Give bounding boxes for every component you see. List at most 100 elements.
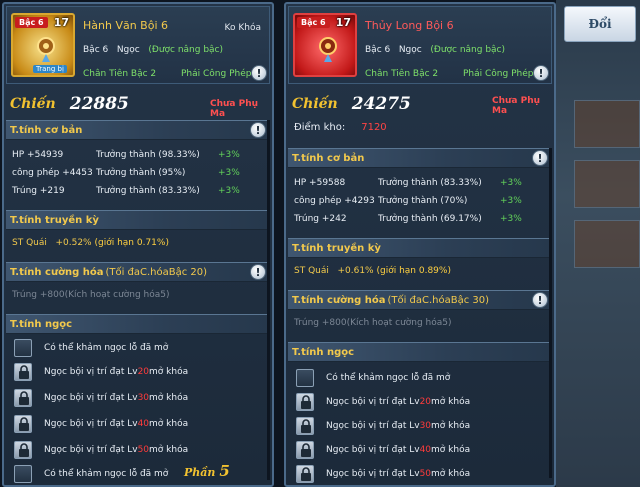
gem-slot-locked[interactable]: Ngọc bội vị trí đạt Lv 20 mở khóa: [296, 392, 470, 412]
gem-slot-locked[interactable]: Ngọc bội vị trí đạt Lv 30 mở khóa: [14, 388, 188, 408]
gem-slot-suffix: mở khóa: [431, 397, 471, 407]
gem-slot-open[interactable]: Có thể khảm ngọc lỗ đã mở: [296, 368, 450, 388]
gem-slot-text: Ngọc bội vị trí đạt Lv: [326, 397, 420, 407]
gem-slot-level: 50: [419, 469, 432, 479]
info-button[interactable]: !: [532, 292, 548, 308]
stat-name: Trúng +219: [12, 186, 65, 196]
pendant-icon: [319, 37, 337, 62]
stat-name: công phép +4453: [12, 168, 93, 178]
stat-row: Trúng +219 Trưởng thành (83.33%) +3%: [12, 186, 268, 200]
stat-name: Trúng +242: [294, 214, 347, 224]
stat-name: HP +59588: [294, 178, 346, 188]
empty-slot-icon: [296, 369, 314, 387]
section-subtitle: (Tối đaC.hóaBậc 20): [105, 266, 208, 278]
section-title: T.tính truyền kỳ: [292, 242, 381, 254]
info-button[interactable]: !: [533, 65, 549, 81]
info-button[interactable]: !: [250, 122, 266, 138]
gem-slot-level: 30: [137, 393, 150, 403]
stat-row: công phép +4453 Trưởng thành (95%) +3%: [12, 168, 268, 182]
gem-slot-locked[interactable]: Ngọc bội vị trí đạt Lv 40 mở khóa: [296, 440, 470, 460]
stat-bonus: +3%: [500, 196, 522, 206]
gem-slot-suffix: mở khóa: [149, 367, 189, 377]
stat-growth: Trưởng thành (98.33%): [96, 150, 200, 160]
equipped-tag: Trang bị: [33, 65, 67, 73]
background-strip: [574, 220, 640, 268]
item-icon[interactable]: Bậc 6 17: [293, 13, 357, 77]
legend-stat: ST Quái: [12, 238, 47, 248]
gem-slot-level: 20: [419, 397, 432, 407]
legend-attributes-header: T.tính truyền kỳ: [6, 210, 270, 230]
enhance-line: Trúng +800(Kích hoạt cường hóa5): [12, 290, 170, 300]
gem-slot-level: 30: [419, 421, 432, 431]
legend-limit: (giới hạn 0.71%): [94, 238, 169, 248]
info-button[interactable]: !: [532, 150, 548, 166]
section-title: T.tính cơ bản: [10, 124, 83, 136]
page-label: Phần: [184, 466, 216, 479]
school-label: Phái Công Phép: [181, 69, 252, 79]
stat-name: công phép +4293: [294, 196, 375, 206]
lock-icon: [14, 415, 32, 433]
tier-label: Chân Tiên Bậc 2: [365, 69, 439, 79]
item-level: Bậc 6: [83, 45, 109, 55]
gem-slot-text: Ngọc bội vị trí đạt Lv: [44, 419, 138, 429]
gem-slot-locked[interactable]: Ngọc bội vị trí đạt Lv 50 mở khóa: [296, 464, 470, 484]
tier-line: Chân Tiên Bậc 2 Phái Công Phép: [83, 69, 251, 79]
school-label: Phái Công Phép: [463, 69, 534, 79]
gem-slot-open[interactable]: Có thể khảm ngọc lỗ đã mở: [14, 464, 168, 484]
lock-icon: [296, 417, 314, 435]
power-row: Chiến 22885: [10, 92, 129, 116]
gem-slot-locked[interactable]: Ngọc bội vị trí đạt Lv 40 mở khóa: [14, 414, 188, 434]
rank-badge: Bậc 6: [15, 17, 48, 28]
stat-bonus: +3%: [218, 150, 240, 160]
gem-slot-open[interactable]: Có thể khảm ngọc lỗ đã mở: [14, 338, 168, 358]
stat-row: HP +54939 Trưởng thành (98.33%) +3%: [12, 150, 268, 164]
info-button[interactable]: !: [251, 65, 267, 81]
page-number: 5: [219, 462, 230, 480]
info-button[interactable]: !: [250, 264, 266, 280]
gem-slot-locked[interactable]: Ngọc bội vị trí đạt Lv 20 mở khóa: [14, 362, 188, 382]
lock-icon: [296, 465, 314, 483]
gem-attributes-header: T.tính ngọc: [288, 342, 552, 362]
stat-row: HP +59588 Trưởng thành (83.33%) +3%: [294, 178, 550, 192]
gem-slot-text: Ngọc bội vị trí đạt Lv: [44, 367, 138, 377]
stat-row: công phép +4293 Trưởng thành (70%) +3%: [294, 196, 550, 210]
gem-slot-suffix: mở khóa: [431, 469, 471, 479]
gem-slot-text: Có thể khảm ngọc lỗ đã mở: [326, 373, 451, 383]
power-row: Chiến 24275: [292, 92, 411, 116]
gem-slot-locked[interactable]: Ngọc bội vị trí đạt Lv 50 mở khóa: [14, 440, 188, 460]
power-label: Chiến: [292, 96, 338, 112]
gem-label: Ngọc: [398, 45, 422, 55]
item-name: Thủy Long Bội 6: [365, 19, 454, 32]
equipped-item-panel: Bậc 6 17 Trang bị Hành Văn Bội 6 Ko Khóa…: [2, 2, 274, 487]
stat-growth: Trưởng thành (69.17%): [378, 214, 482, 224]
item-header: Bậc 6 17 Trang bị Hành Văn Bội 6 Ko Khóa…: [6, 6, 270, 84]
stat-growth: Trưởng thành (95%): [96, 168, 186, 178]
swap-button[interactable]: Đổi: [564, 6, 636, 42]
compare-item-panel: Bậc 6 17 Thủy Long Bội 6 Bậc 6 Ngọc (Đượ…: [284, 2, 556, 487]
enchant-status: Chưa Phụ Ma: [492, 96, 541, 116]
gem-slot-level: 20: [137, 367, 150, 377]
tier-label: Chân Tiên Bậc 2: [83, 69, 157, 79]
item-icon[interactable]: Bậc 6 17 Trang bị: [11, 13, 75, 77]
gem-slot-locked[interactable]: Ngọc bội vị trí đạt Lv 30 mở khóa: [296, 416, 470, 436]
stat-growth: Trưởng thành (83.33%): [96, 186, 200, 196]
stat-bonus: +3%: [500, 214, 522, 224]
section-title: T.tính truyền kỳ: [10, 214, 99, 226]
lock-icon: [14, 363, 32, 381]
lock-icon: [14, 441, 32, 459]
power-value: 24275: [351, 94, 411, 114]
legend-stat: ST Quái: [294, 266, 329, 276]
gem-attributes-header: T.tính ngọc: [6, 314, 270, 334]
scrollbar[interactable]: [549, 148, 552, 478]
section-title: T.tính cường hóa: [292, 294, 386, 306]
pendant-icon: [37, 37, 55, 62]
scrollbar[interactable]: [267, 120, 270, 480]
gem-slot-suffix: mở khóa: [149, 393, 189, 403]
rank-number: 17: [335, 16, 351, 29]
legend-value: +0.52%: [55, 238, 92, 248]
empty-slot-icon: [14, 465, 32, 483]
power-label: Chiến: [10, 96, 56, 112]
rank-badge: Bậc 6: [297, 17, 330, 28]
enhance-attributes-header: T.tính cường hóa (Tối đaC.hóaBậc 30): [288, 290, 552, 310]
lock-state: Ko Khóa: [224, 23, 261, 33]
